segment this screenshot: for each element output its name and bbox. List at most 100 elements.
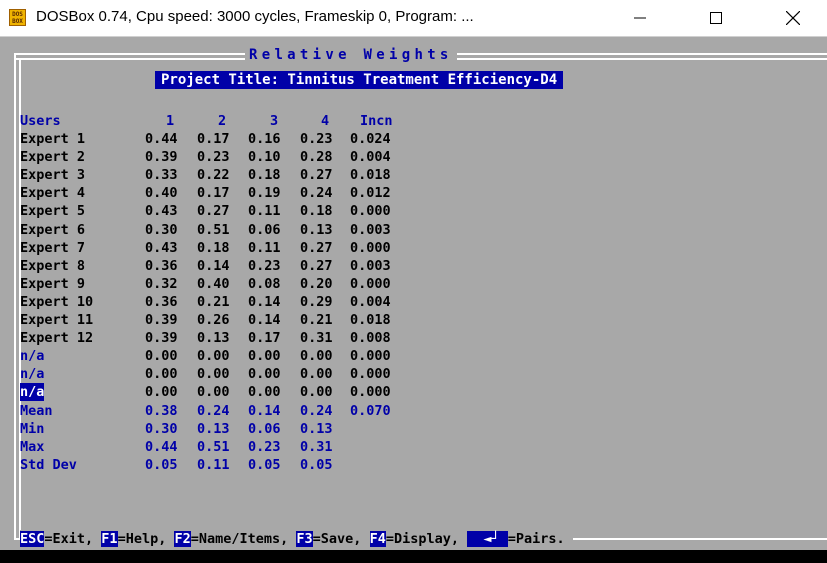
esc-key[interactable]: ESC: [20, 531, 45, 547]
cell-col-4: 0.27: [300, 167, 333, 184]
cell-col-1: 0.44: [145, 438, 178, 455]
table-row: Expert 5 0.43 0.27 0.11 0.18 0.000: [20, 202, 440, 220]
column-header-users: Users: [20, 113, 61, 129]
table-row: Expert 4 0.40 0.17 0.19 0.24 0.012: [20, 184, 440, 202]
cell-col-2: 0.13: [197, 330, 230, 347]
cell-col-4: 0.00: [300, 384, 333, 401]
minimize-button[interactable]: [617, 0, 663, 36]
cell-col-4: 0.23: [300, 131, 333, 147]
cell-col-1: 0.33: [145, 167, 178, 184]
cell-col-2: 0.17: [197, 131, 230, 147]
table-row: Expert 9 0.32 0.40 0.08 0.20 0.000: [20, 275, 440, 293]
row-label: Expert 6: [20, 221, 86, 238]
cell-col-5: 0.003: [350, 257, 391, 274]
screen-header-title: Relative Weights: [245, 47, 457, 63]
cell-col-3: 0.05: [248, 456, 281, 473]
row-label: Expert 3: [20, 167, 86, 184]
cell-col-3: 0.18: [248, 167, 281, 184]
row-label: Expert 4: [20, 185, 86, 202]
f2-label: =Name/Items,: [190, 531, 297, 547]
cell-col-4: 0.00: [300, 348, 333, 365]
f3-label: =Save,: [312, 531, 370, 547]
cell-col-4: 0.00: [300, 366, 333, 383]
cell-col-3: 0.19: [248, 185, 281, 202]
cell-col-3: 0.11: [248, 203, 281, 220]
f4-key[interactable]: F4: [369, 531, 386, 547]
cell-col-3: 0.10: [248, 149, 281, 166]
cell-col-1: 0.05: [145, 456, 178, 473]
cell-col-2: 0.51: [197, 221, 230, 238]
window-titlebar[interactable]: DOS BOX DOSBox 0.74, Cpu speed: 3000 cycl…: [0, 0, 827, 37]
row-label-selected[interactable]: n/a: [20, 383, 45, 402]
cell-col-4: 0.27: [300, 239, 333, 256]
dosbox-app-icon[interactable]: DOS BOX: [9, 9, 26, 26]
cell-col-5: 0.024: [350, 131, 391, 147]
cell-col-3: 0.23: [248, 257, 281, 274]
row-label: Min: [20, 420, 45, 437]
table-row: n/a 0.00 0.00 0.00 0.00 0.000: [20, 383, 440, 402]
cell-col-2: 0.21: [197, 293, 230, 310]
cell-col-1: 0.43: [145, 239, 178, 256]
cell-col-4: 0.28: [300, 149, 333, 166]
cell-col-3: 0.17: [248, 330, 281, 347]
maximize-button[interactable]: [693, 0, 739, 36]
table-row: n/a 0.00 0.00 0.00 0.00 0.000: [20, 347, 440, 365]
cell-col-2: 0.22: [197, 167, 230, 184]
esc-label: =Exit,: [44, 531, 102, 547]
cell-col-5: 0.000: [350, 348, 391, 365]
stats-row: Min 0.30 0.13 0.06 0.13: [20, 420, 440, 438]
table-row: Expert 10 0.36 0.21 0.14 0.29 0.004: [20, 293, 440, 311]
cell-col-2: 0.27: [197, 203, 230, 220]
cell-col-1: 0.30: [145, 420, 178, 437]
cell-col-3: 0.14: [248, 312, 281, 328]
close-button[interactable]: [770, 0, 816, 36]
table-row: Expert 12 0.39 0.13 0.17 0.31 0.008: [20, 329, 440, 347]
cell-col-2: 0.00: [197, 384, 230, 401]
cell-col-3: 0.06: [248, 420, 281, 437]
column-header-1: 1: [166, 113, 175, 129]
table-row: Expert 2 0.39 0.23 0.10 0.28 0.004: [20, 148, 440, 166]
cell-col-2: 0.18: [197, 239, 230, 256]
enter-key-icon[interactable]: ◄┘: [467, 531, 508, 547]
cell-col-5: 0.000: [350, 239, 391, 256]
column-header-incn: Incn: [360, 113, 393, 129]
stats-row: Std Dev 0.05 0.11 0.05 0.05: [20, 456, 440, 474]
table-row: Expert 3 0.33 0.22 0.18 0.27 0.018: [20, 166, 440, 184]
row-label: n/a: [20, 348, 45, 365]
table-row: Expert 8 0.36 0.14 0.23 0.27 0.003: [20, 257, 440, 275]
cell-col-5: 0.018: [350, 167, 391, 184]
cell-col-5: 0.004: [350, 293, 391, 310]
cell-col-4: 0.24: [300, 185, 333, 202]
cell-col-3: 0.00: [248, 384, 281, 401]
cell-col-1: 0.40: [145, 185, 178, 202]
cell-col-2: 0.24: [197, 402, 230, 419]
cell-col-1: 0.44: [145, 131, 178, 147]
cell-col-5: 0.004: [350, 149, 391, 166]
row-label: Expert 1: [20, 131, 86, 147]
row-label: Expert 9: [20, 275, 86, 292]
cell-col-2: 0.00: [197, 366, 230, 383]
dos-screen[interactable]: Relative Weights Project Title: Tinnitus…: [0, 37, 827, 563]
cell-col-4: 0.27: [300, 257, 333, 274]
cell-col-2: 0.17: [197, 185, 230, 202]
f1-key[interactable]: F1: [101, 531, 118, 547]
cell-col-2: 0.40: [197, 275, 230, 292]
cell-col-3: 0.14: [248, 293, 281, 310]
footer-keys: ESC=Exit, F1=Help, F2=Name/Items, F3=Sav…: [20, 530, 573, 548]
f3-key[interactable]: F3: [296, 531, 313, 547]
cell-col-1: 0.39: [145, 330, 178, 347]
cell-col-2: 0.23: [197, 149, 230, 166]
row-label: Expert 8: [20, 257, 86, 274]
cell-col-4: 0.24: [300, 402, 333, 419]
row-label: Expert 11: [20, 312, 94, 328]
cell-col-1: 0.30: [145, 221, 178, 238]
cell-col-5: 0.000: [350, 203, 391, 220]
cell-col-4: 0.18: [300, 203, 333, 220]
column-header-3: 3: [270, 113, 279, 129]
cell-col-1: 0.38: [145, 402, 178, 419]
table-row: Expert 1 0.44 0.17 0.16 0.23 0.024: [20, 130, 440, 148]
cell-col-4: 0.31: [300, 438, 333, 455]
f2-key[interactable]: F2: [174, 531, 191, 547]
cell-col-1: 0.43: [145, 203, 178, 220]
function-key-bar: ESC=Exit, F1=Help, F2=Name/Items, F3=Sav…: [0, 528, 827, 550]
